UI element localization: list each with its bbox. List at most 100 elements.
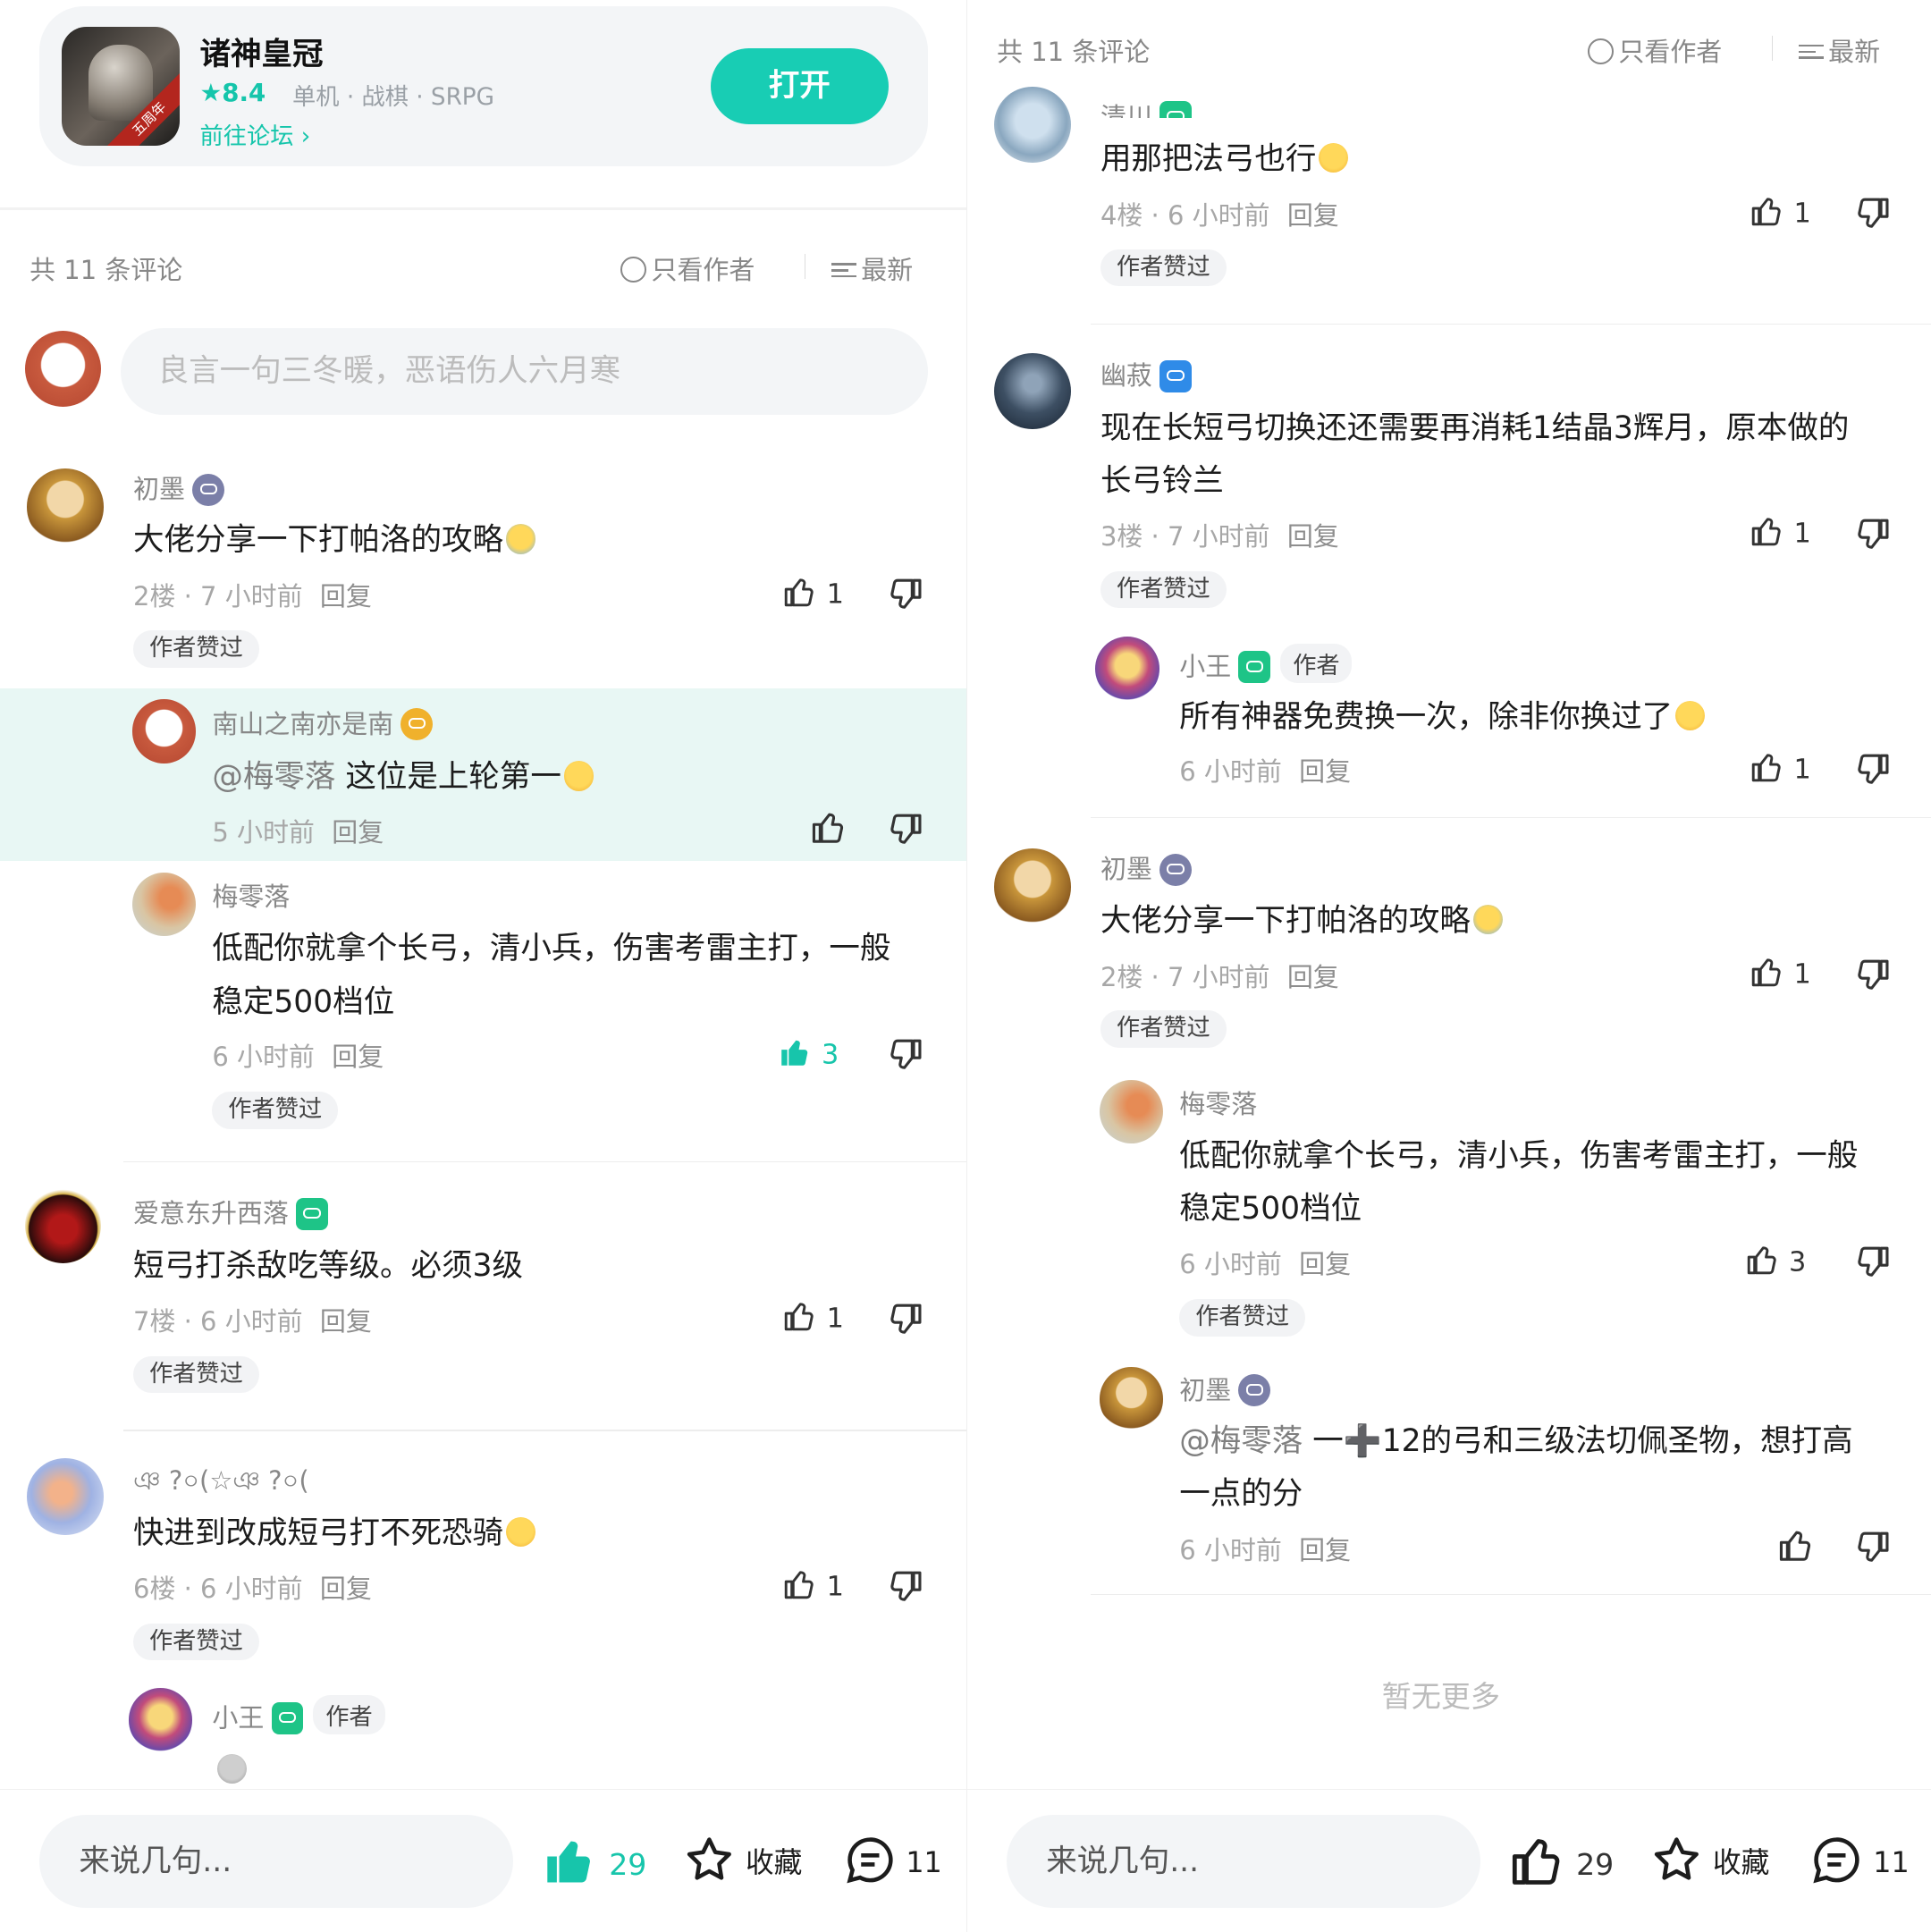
- author-only-toggle[interactable]: 只看作者: [1588, 31, 1722, 69]
- reply-meta: 6 小时前 回复: [212, 1042, 384, 1073]
- open-button[interactable]: 打开: [710, 47, 889, 125]
- crying-emoji-icon: [1472, 904, 1503, 934]
- reply-author[interactable]: 初墨: [1179, 1370, 1271, 1407]
- like-button[interactable]: 3: [1746, 1243, 1806, 1278]
- reply-author[interactable]: 南山之南亦是南: [212, 704, 434, 741]
- avatar[interactable]: [24, 330, 102, 408]
- smile-emoji-icon: [505, 1517, 535, 1548]
- reply-author[interactable]: 小王 作者: [1179, 644, 1353, 684]
- comment-input[interactable]: 来说几句...: [39, 1814, 514, 1909]
- app-tags: 单机 · 战棋 · SRPG: [292, 83, 494, 111]
- thumb-down-icon[interactable]: [1853, 195, 1890, 232]
- bottom-action-bar: 来说几句... 29 收藏 11: [966, 1789, 1931, 1932]
- comment-meta: 2楼 · 7 小时前 回复: [1100, 961, 1339, 992]
- thumb-down-icon[interactable]: [1853, 751, 1890, 788]
- thumb-up-icon: [785, 578, 814, 607]
- comments-button[interactable]: 11: [1809, 1833, 1910, 1887]
- like-button[interactable]: 1: [1750, 514, 1811, 550]
- reply-button[interactable]: 回复: [1299, 756, 1351, 787]
- comment-author[interactable]: 幽菽: [1100, 355, 1193, 392]
- thumb-down-icon[interactable]: [1853, 1244, 1890, 1280]
- avatar[interactable]: [994, 86, 1071, 164]
- avatar[interactable]: [27, 468, 104, 545]
- reply-button[interactable]: 回复: [332, 1042, 384, 1072]
- comment-input[interactable]: 来说几句...: [1007, 1814, 1480, 1909]
- favorite-button[interactable]: 收藏: [1649, 1833, 1769, 1887]
- radio-circle-icon: [620, 257, 646, 283]
- thumb-down-icon[interactable]: [886, 1301, 923, 1337]
- thumb-down-icon[interactable]: [1853, 516, 1890, 553]
- reply-button[interactable]: 回复: [1287, 521, 1339, 552]
- comment-author[interactable]: 初墨: [133, 468, 225, 506]
- thumb-down-icon[interactable]: [886, 811, 923, 848]
- avatar[interactable]: [131, 872, 197, 937]
- avatar[interactable]: [1099, 1079, 1164, 1144]
- reply-button[interactable]: 回复: [1287, 200, 1339, 231]
- avatar[interactable]: [24, 1186, 102, 1264]
- game-badge-icon: [192, 473, 225, 506]
- favorite-button[interactable]: 收藏: [682, 1833, 802, 1887]
- like-button[interactable]: 1: [783, 1567, 844, 1602]
- reply-button[interactable]: 回复: [320, 1573, 372, 1604]
- reply-button[interactable]: 回复: [332, 817, 384, 848]
- avatar[interactable]: [27, 1458, 104, 1535]
- reply-button[interactable]: 回复: [320, 1306, 372, 1337]
- like-button-active[interactable]: 3: [779, 1035, 839, 1071]
- thumb-up-icon[interactable]: [811, 809, 847, 846]
- author-only-toggle[interactable]: 只看作者: [620, 249, 755, 287]
- reply-author[interactable]: 小王 作者: [212, 1695, 385, 1735]
- comments-button[interactable]: 11: [843, 1833, 942, 1887]
- divider: [123, 1160, 966, 1162]
- smile-emoji-icon: [563, 761, 594, 791]
- reply-author[interactable]: 梅零落: [212, 876, 290, 914]
- thumb-down-icon[interactable]: [886, 1036, 923, 1073]
- sort-latest-button[interactable]: 最新: [1799, 31, 1880, 69]
- thumb-down-icon[interactable]: [886, 576, 923, 612]
- author-liked-tag: 作者赞过: [1100, 1010, 1227, 1048]
- thumb-down-icon[interactable]: [1853, 1529, 1890, 1565]
- like-button[interactable]: 1: [1750, 750, 1811, 786]
- crying-emoji-icon: [505, 524, 535, 554]
- smile-emoji-icon: [1675, 700, 1706, 730]
- avatar[interactable]: [994, 848, 1071, 925]
- avatar[interactable]: [128, 1687, 193, 1752]
- app-card[interactable]: 五周年 诸神皇冠 ★8.4 单机 · 战棋 · SRPG 前往论坛 › 打开: [39, 5, 928, 167]
- avatar[interactable]: [131, 699, 197, 764]
- reply-author[interactable]: 梅零落: [1179, 1084, 1257, 1121]
- comment-meta: 4楼 · 6 小时前 回复: [1100, 200, 1339, 232]
- game-badge-icon: [1159, 359, 1193, 392]
- comment-meta: 6楼 · 6 小时前 回复: [133, 1573, 372, 1604]
- comment-author[interactable]: 爱意东升西落: [133, 1193, 328, 1230]
- divider: [1090, 323, 1931, 325]
- reply-button[interactable]: 回复: [1299, 1249, 1351, 1279]
- avatar[interactable]: [1099, 1367, 1164, 1431]
- like-button[interactable]: 1: [783, 575, 844, 611]
- comment-compose: 良言一句三冬暖，恶语伤人六月寒: [24, 328, 932, 417]
- like-button[interactable]: 1: [1750, 955, 1811, 991]
- comment-input[interactable]: 良言一句三冬暖，恶语伤人六月寒: [121, 328, 928, 415]
- game-badge-icon: [271, 1702, 304, 1734]
- like-post-button[interactable]: 29: [1510, 1833, 1614, 1889]
- comment-author[interactable]: 清川: [1100, 97, 1193, 119]
- reply-button[interactable]: 回复: [320, 581, 372, 612]
- comment-author[interactable]: ঞ ?০(☆ঞ ?০(: [133, 1461, 309, 1505]
- like-button[interactable]: 1: [783, 1299, 844, 1335]
- comment-author[interactable]: 初墨: [1100, 848, 1193, 886]
- avatar[interactable]: [1095, 637, 1160, 701]
- thumb-up-icon: [1747, 1246, 1776, 1274]
- thumb-down-icon[interactable]: [1853, 957, 1890, 993]
- author-liked-tag: 作者赞过: [1100, 570, 1227, 609]
- forum-link[interactable]: 前往论坛 ›: [200, 117, 311, 151]
- thumb-up-icon: [1751, 754, 1781, 782]
- reply-text: @梅零落 一➕12的弓和三级法切佩圣物，想打高一点的分: [1179, 1422, 1853, 1513]
- like-post-button-active[interactable]: 29: [543, 1833, 646, 1889]
- sort-latest-button[interactable]: 最新: [831, 249, 913, 287]
- sort-icon: [1799, 41, 1824, 63]
- app-icon[interactable]: 五周年: [61, 27, 181, 146]
- thumb-up-icon[interactable]: [1778, 1527, 1815, 1564]
- like-button[interactable]: 1: [1750, 194, 1811, 229]
- reply-button[interactable]: 回复: [1287, 962, 1339, 992]
- reply-button[interactable]: 回复: [1299, 1535, 1351, 1565]
- thumb-down-icon[interactable]: [886, 1568, 923, 1605]
- avatar[interactable]: [994, 352, 1071, 430]
